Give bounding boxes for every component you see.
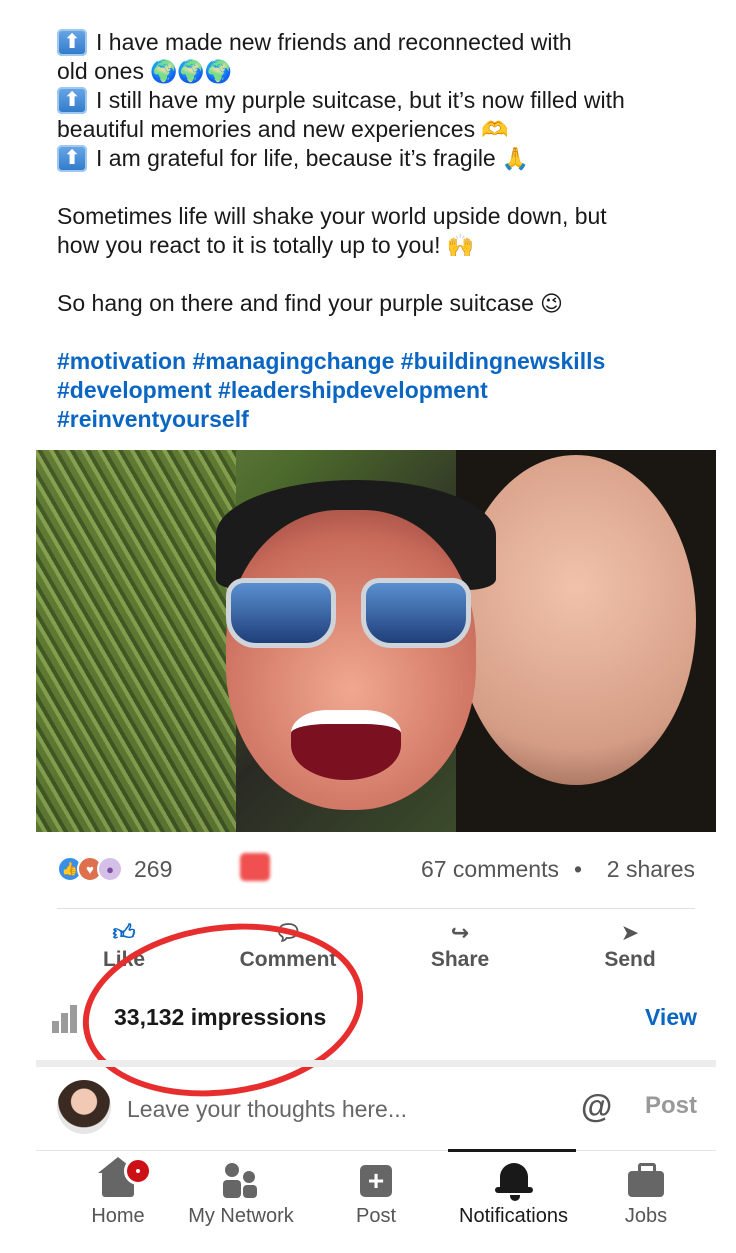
redaction-mark <box>240 853 270 881</box>
post-line-text: beautiful memories and new experiences <box>57 116 476 142</box>
heart-hands-emoji-icon: 🫶 <box>481 117 509 142</box>
post-line-text: how you react to it is totally up to you… <box>57 232 441 258</box>
tab-label: Post <box>355 1205 397 1227</box>
impressions-count: 33,132 impressions <box>114 1004 327 1030</box>
notification-badge <box>124 1157 152 1185</box>
globe-emoji-icon: 🌍🌍🌍 <box>149 59 233 84</box>
bottom-tab-bar: Home My Network + Post Notifications Job… <box>36 1149 716 1253</box>
comment-label: Comment <box>239 948 337 971</box>
raised-hands-emoji-icon: 🙌 <box>446 233 474 258</box>
comment-composer: @ Post <box>57 1078 697 1140</box>
comment-input[interactable] <box>127 1094 507 1124</box>
add-post-icon: + <box>356 1163 396 1199</box>
reaction-count[interactable]: 269 <box>134 856 172 883</box>
tab-post[interactable]: + Post <box>336 1151 416 1241</box>
post-actions: 👍︎ Like 💬︎ Comment ↪ Share ➤ Send <box>36 918 716 978</box>
post-line: beautiful memories and new experiences 🫶 <box>57 115 707 144</box>
post-comment-button[interactable]: Post <box>645 1092 697 1120</box>
send-paper-plane-icon: ➤ <box>620 920 640 945</box>
hashtag-links[interactable]: #development #leadershipdevelopment <box>57 376 707 405</box>
up-arrow-icon: ⬆ <box>57 145 87 172</box>
comment-bubble-icon: 💬︎ <box>274 920 302 945</box>
bell-icon <box>494 1163 534 1201</box>
comment-button[interactable]: 💬︎ Comment <box>228 918 348 972</box>
hashtag-links[interactable]: #reinventyourself <box>57 405 707 434</box>
share-arrow-icon: ↪ <box>450 920 470 945</box>
send-label: Send <box>604 948 656 971</box>
post-line-text: So hang on there and find your purple su… <box>57 290 534 316</box>
post-line: So hang on there and find your purple su… <box>57 289 707 318</box>
shares-count[interactable]: 2 shares <box>607 856 695 883</box>
section-divider <box>36 1060 716 1067</box>
post-line: Sometimes life will shake your world ups… <box>57 203 607 229</box>
reaction-icons[interactable]: 👍 ♥ ● <box>57 856 129 884</box>
up-arrow-icon: ⬆ <box>57 29 87 56</box>
social-counts: 👍 ♥ ● 269 67 comments • 2 shares <box>57 850 697 890</box>
tab-notifications[interactable]: Notifications <box>441 1151 586 1241</box>
post-line: ⬆ I still have my purple suitcase, but i… <box>57 86 707 115</box>
insightful-reaction-icon: ● <box>97 856 123 882</box>
praying-hands-emoji-icon: 🙏 <box>501 146 530 171</box>
thumbs-up-icon: 👍︎ <box>112 920 136 945</box>
post-line-text: I still have my purple suitcase, but it’… <box>96 87 625 113</box>
post-line-text: I am grateful for life, because it’s fra… <box>96 145 496 171</box>
view-analytics-link[interactable]: View <box>645 1004 697 1031</box>
tab-my-network[interactable]: My Network <box>176 1151 306 1241</box>
bar-chart-icon <box>52 1003 82 1033</box>
separator-dot: • <box>573 856 582 882</box>
up-arrow-icon: ⬆ <box>57 87 87 114</box>
tab-label: My Network <box>188 1205 294 1227</box>
share-button[interactable]: ↪ Share <box>400 918 520 972</box>
like-button[interactable]: 👍︎ Like <box>64 918 184 972</box>
briefcase-icon <box>626 1163 666 1199</box>
impressions-row: 33,132 impressions View <box>52 996 697 1042</box>
send-button[interactable]: ➤ Send <box>570 918 690 972</box>
post-line: old ones 🌍🌍🌍 <box>57 57 707 86</box>
tab-home[interactable]: Home <box>68 1151 168 1241</box>
tab-jobs[interactable]: Jobs <box>611 1151 681 1241</box>
post-photo[interactable] <box>36 450 716 832</box>
home-icon <box>98 1157 152 1199</box>
tab-label: Notifications <box>459 1205 568 1227</box>
post-body: ⬆ I have made new friends and reconnecte… <box>57 28 707 434</box>
like-label: Like <box>102 948 146 971</box>
post-line: ⬆ I am grateful for life, because it’s f… <box>57 144 707 173</box>
share-label: Share <box>430 948 490 971</box>
people-icon <box>221 1163 261 1199</box>
post-line: ⬆ I have made new friends and reconnecte… <box>57 28 707 57</box>
tab-label: Home <box>91 1205 145 1227</box>
comments-count[interactable]: 67 comments <box>421 856 559 883</box>
post-line-text: I have made new friends and reconnected … <box>96 29 572 55</box>
hashtag-links[interactable]: #motivation #managingchange #buildingnew… <box>57 347 707 376</box>
mention-at-icon[interactable]: @ <box>581 1088 612 1125</box>
avatar[interactable] <box>57 1080 111 1134</box>
winking-face-emoji-icon: 😉 <box>539 291 563 316</box>
tab-label: Jobs <box>624 1205 668 1227</box>
post-line-text: old ones <box>57 58 144 84</box>
post-line: how you react to it is totally up to you… <box>57 231 707 260</box>
divider <box>57 908 695 909</box>
